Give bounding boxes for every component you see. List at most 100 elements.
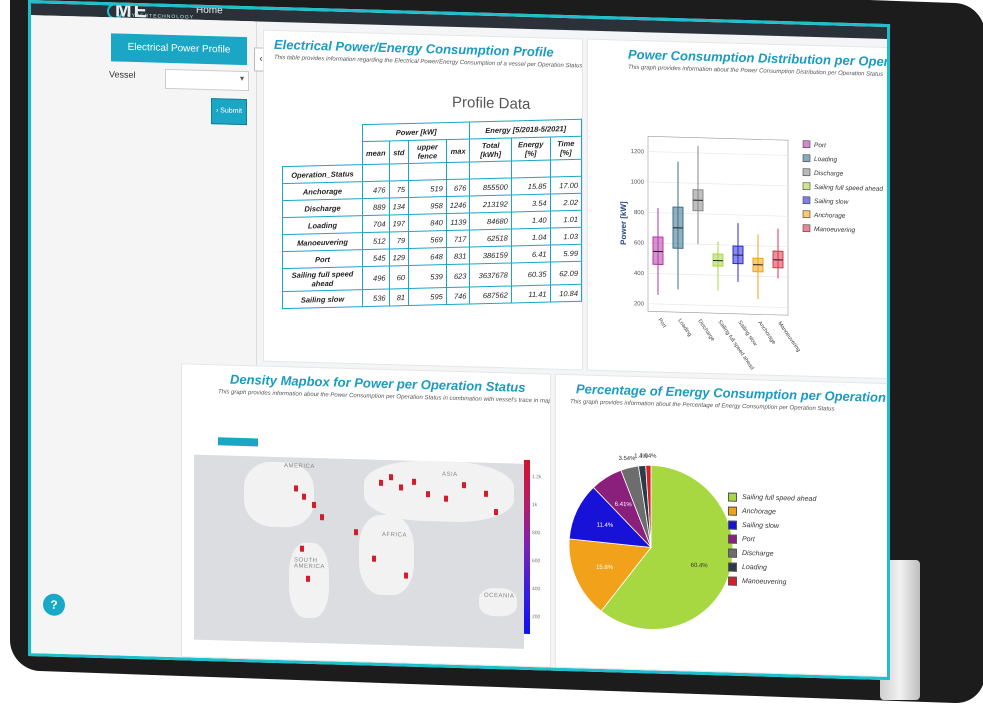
boxplot-panel: Power Consumption Distribution per Opera… <box>587 39 889 379</box>
pie-legend: Sailing full speed aheadAnchorageSailing… <box>728 490 816 590</box>
x-tick-label: Sailing full speed ahead <box>716 319 754 371</box>
colorbar-tick: 400 <box>532 586 540 592</box>
map-point <box>306 576 310 582</box>
map-toolbar-tab[interactable] <box>218 437 258 446</box>
pie-panel: Percentage of Energy Consumption per Ope… <box>555 374 889 677</box>
density-map[interactable]: AMERICA ASIA AFRICA SOUTH AMERICA OCEANI… <box>194 455 524 649</box>
y-tick-label: 800 <box>634 210 645 216</box>
legend-item[interactable]: Manoeuvering <box>728 574 816 590</box>
table-cell: 569 <box>409 231 447 249</box>
legend-swatch <box>803 169 810 176</box>
submit-button[interactable]: › Submit <box>211 98 247 125</box>
row-status-label: Loading <box>283 216 363 235</box>
monitor: ME CYBERTECHNOLOGY Home Electrical Power… <box>0 0 983 702</box>
legend-swatch <box>803 141 810 148</box>
table-cell: 519 <box>409 180 447 198</box>
legend-swatch <box>728 492 737 501</box>
table-cell: 60.35 <box>511 262 550 286</box>
sidebar-title[interactable]: Electrical Power Profile <box>111 33 247 65</box>
table-cell: 17.00 <box>550 176 581 194</box>
legend-label: Port <box>742 535 755 542</box>
map-colorbar <box>524 460 530 634</box>
map-point <box>494 509 498 515</box>
legend-swatch <box>728 576 737 585</box>
table-cell: 855500 <box>470 178 511 196</box>
map-point <box>404 573 408 579</box>
legend-label: Discharge <box>742 549 774 557</box>
vessel-select[interactable]: ▾ <box>165 69 249 91</box>
legend-label: Manoeuvering <box>814 226 856 234</box>
y-axis-label: Power [kW] <box>619 201 628 245</box>
chevron-down-icon: ▾ <box>240 74 244 83</box>
map-label: OCEANIA <box>484 593 515 600</box>
legend-swatch <box>728 562 737 571</box>
legend-swatch <box>728 520 737 529</box>
table-cell: 717 <box>446 230 470 248</box>
pie-slice-label: 6.41% <box>615 502 633 508</box>
table-cell: 746 <box>446 287 470 305</box>
map-point <box>312 502 316 508</box>
y-tick-label: 400 <box>634 271 645 277</box>
map-point <box>399 484 403 490</box>
legend-label: Discharge <box>814 170 844 178</box>
row-status-label: Sailing full speed ahead <box>283 267 363 292</box>
app-screen: ME CYBERTECHNOLOGY Home Electrical Power… <box>28 0 890 680</box>
table-cell: 1246 <box>446 196 470 214</box>
y-tick-label: 200 <box>634 301 645 307</box>
map-point <box>444 496 448 502</box>
x-tick-label: Discharge <box>696 319 715 343</box>
profile-panel: Electrical Power/Energy Consumption Prof… <box>263 30 583 371</box>
column-header: upper fence <box>409 140 447 164</box>
column-header: std <box>389 140 409 163</box>
column-header: Energy [%] <box>511 137 550 161</box>
pie-slice-label: 15.8% <box>596 565 614 571</box>
legend-label: Sailing slow <box>742 521 779 529</box>
x-tick-label: Anchorage <box>756 320 776 346</box>
table-cell: 60 <box>389 265 409 288</box>
colorbar-tick: 1.2k <box>532 474 541 480</box>
map-label: SOUTH AMERICA <box>294 557 324 570</box>
table-cell: 79 <box>389 231 409 248</box>
table-cell: 648 <box>409 248 447 266</box>
table-cell: 11.41 <box>511 285 550 303</box>
legend-label: Sailing slow <box>814 198 850 206</box>
map-point <box>320 514 324 520</box>
box-body <box>653 237 663 265</box>
colorbar-tick: 600 <box>532 558 540 564</box>
table-cell: 676 <box>446 179 470 197</box>
column-header: mean <box>362 141 389 165</box>
table-cell: 134 <box>389 197 409 214</box>
legend-label: Loading <box>742 563 767 571</box>
map-point <box>426 491 430 497</box>
map-point <box>379 480 383 486</box>
row-status-label: Sailing slow <box>283 290 363 309</box>
x-tick-label: Loading <box>676 318 692 338</box>
legend-swatch <box>803 225 810 232</box>
table-cell: 386159 <box>470 246 511 264</box>
boxplot-chart: 20040060080010001200Power [kW]PortPortLo… <box>588 40 888 378</box>
table-cell: 3.54 <box>511 194 550 212</box>
table-cell: 2.02 <box>550 193 581 211</box>
legend-label: Anchorage <box>813 212 846 220</box>
colorbar-tick: 1k <box>532 502 537 508</box>
y-tick-label: 1200 <box>631 149 645 155</box>
legend-swatch <box>728 548 737 557</box>
profile-table: Power [kW] Energy [5/2018-5/2021] mean s… <box>282 119 582 309</box>
table-cell: 1.04 <box>511 228 550 246</box>
table-cell: 129 <box>389 248 409 265</box>
chevron-right-icon: › <box>216 107 218 114</box>
table-cell: 6.41 <box>511 245 550 263</box>
home-link[interactable]: Home <box>196 5 223 17</box>
map-label: ASIA <box>442 472 458 478</box>
row-status-label: Anchorage <box>283 182 363 201</box>
legend-swatch <box>803 183 810 190</box>
table-cell: 595 <box>409 288 447 306</box>
table-cell: 197 <box>389 214 409 231</box>
x-tick-label: Port <box>656 317 667 329</box>
legend-swatch <box>803 197 810 204</box>
table-cell: 75 <box>389 180 409 197</box>
help-button[interactable]: ? <box>43 593 65 616</box>
table-cell: 512 <box>362 232 389 250</box>
table-cell: 476 <box>362 181 389 199</box>
pie-slice-label: 1.04% <box>639 453 657 459</box>
